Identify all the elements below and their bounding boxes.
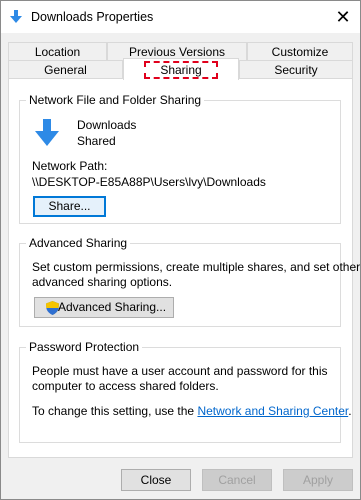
window-title: Downloads Properties [31, 10, 154, 24]
close-window-button[interactable]: ✕ [326, 1, 360, 33]
tab-sharing-label: Sharing [144, 61, 218, 79]
network-sharing-center-link[interactable]: Network and Sharing Center [197, 404, 348, 418]
tab-security[interactable]: Security [239, 60, 353, 78]
folder-name: Downloads [77, 118, 137, 132]
title-bar[interactable]: Downloads Properties ✕ [1, 1, 360, 33]
network-path-value: \\DESKTOP-E85A88P\Users\lvy\Downloads [32, 175, 266, 189]
network-sharing-group: Network File and Folder Sharing Download… [19, 93, 341, 224]
download-arrow-icon [35, 119, 59, 146]
change-setting-text: To change this setting, use the Network … [32, 404, 352, 418]
apply-button[interactable]: Apply [283, 469, 353, 491]
properties-window: Downloads Properties ✕ Location Previous… [0, 0, 361, 500]
change-setting-suffix: . [348, 404, 352, 418]
tab-sharing[interactable]: Sharing [123, 58, 239, 80]
network-sharing-title: Network File and Folder Sharing [26, 93, 205, 107]
share-status: Shared [77, 134, 116, 148]
share-button[interactable]: Share... [33, 196, 106, 217]
dialog-body: Location Previous Versions Customize Gen… [1, 33, 360, 499]
uac-shield-icon [46, 301, 59, 315]
password-protection-title: Password Protection [26, 340, 143, 354]
advanced-sharing-desc-2: advanced sharing options. [32, 275, 173, 289]
tab-general[interactable]: General [8, 60, 123, 78]
sharing-panel: Network File and Folder Sharing Download… [8, 78, 360, 458]
advanced-sharing-title: Advanced Sharing [26, 236, 131, 250]
advanced-sharing-desc-1: Set custom permissions, create multiple … [32, 260, 361, 274]
change-setting-prefix: To change this setting, use the [32, 404, 198, 418]
download-arrow-icon [10, 10, 22, 23]
advanced-sharing-button-label: Advanced Sharing... [57, 300, 167, 314]
tab-customize[interactable]: Customize [247, 42, 353, 60]
network-path-label: Network Path: [32, 159, 108, 173]
close-button[interactable]: Close [121, 469, 191, 491]
advanced-sharing-group: Advanced Sharing Set custom permissions,… [19, 236, 360, 327]
advanced-sharing-button[interactable]: Advanced Sharing... [34, 297, 174, 318]
cancel-button[interactable]: Cancel [202, 469, 272, 491]
password-desc-2: computer to access shared folders. [32, 379, 219, 393]
password-protection-group: Password Protection People must have a u… [19, 340, 352, 443]
tab-location[interactable]: Location [8, 42, 107, 60]
password-desc-1: People must have a user account and pass… [32, 364, 328, 378]
